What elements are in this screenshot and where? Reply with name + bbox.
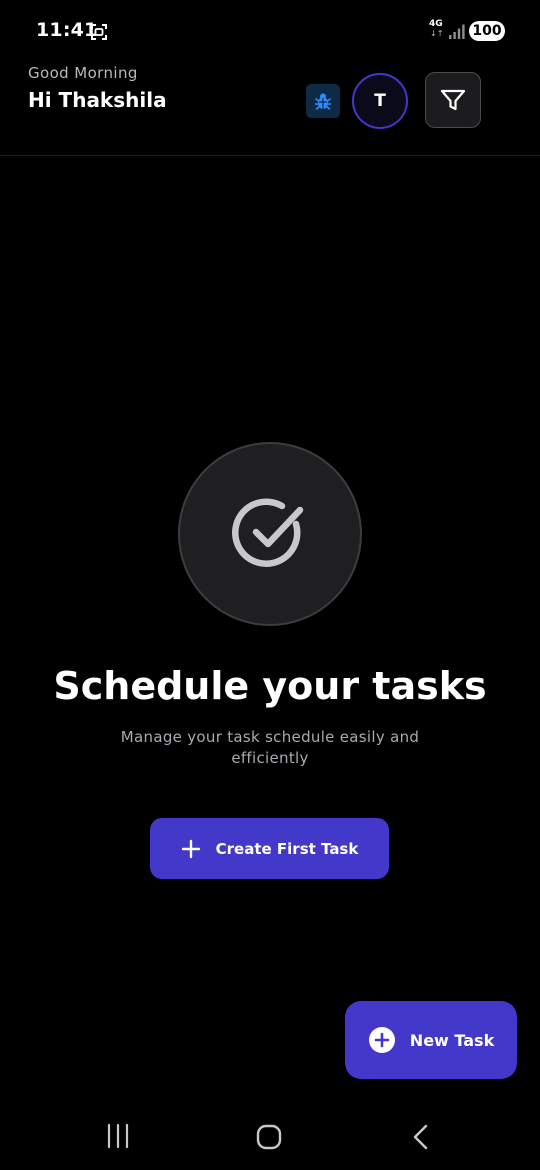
bug-icon	[314, 93, 332, 110]
new-task-button[interactable]: New Task	[345, 1001, 517, 1079]
network-type-label: 4G	[429, 19, 443, 29]
filter-button[interactable]	[425, 72, 481, 128]
empty-state-title: Schedule your tasks	[53, 664, 487, 708]
signal-icon	[449, 24, 465, 39]
create-first-task-button[interactable]: Create First Task	[150, 818, 389, 879]
system-navigation-bar	[0, 1100, 540, 1170]
status-bar: 11:41 4G ↓↑ 100	[0, 0, 540, 60]
screen-record-icon	[91, 24, 107, 40]
plus-circle-icon	[368, 1027, 395, 1053]
status-time: 11:41	[36, 19, 98, 41]
user-greeting-name: Hi Thakshila	[28, 88, 167, 112]
filter-icon	[440, 89, 466, 111]
new-task-label: New Task	[409, 1030, 495, 1050]
app-header: Good Morning Hi Thakshila T	[0, 60, 540, 156]
empty-state-subtitle: Manage your task schedule easily and eff…	[120, 728, 420, 767]
recents-icon[interactable]	[104, 1124, 132, 1148]
check-circle-icon	[232, 498, 304, 567]
home-icon[interactable]	[256, 1124, 282, 1150]
plus-icon	[181, 839, 200, 858]
user-avatar[interactable]: T	[352, 73, 408, 129]
empty-state-illustration	[178, 442, 362, 626]
network-activity-icon: ↓↑	[430, 29, 444, 38]
debug-button[interactable]	[306, 84, 340, 118]
create-first-task-label: Create First Task	[215, 839, 359, 858]
greeting-text: Good Morning	[28, 64, 138, 82]
battery-indicator: 100	[469, 21, 505, 41]
back-icon[interactable]	[410, 1124, 430, 1150]
